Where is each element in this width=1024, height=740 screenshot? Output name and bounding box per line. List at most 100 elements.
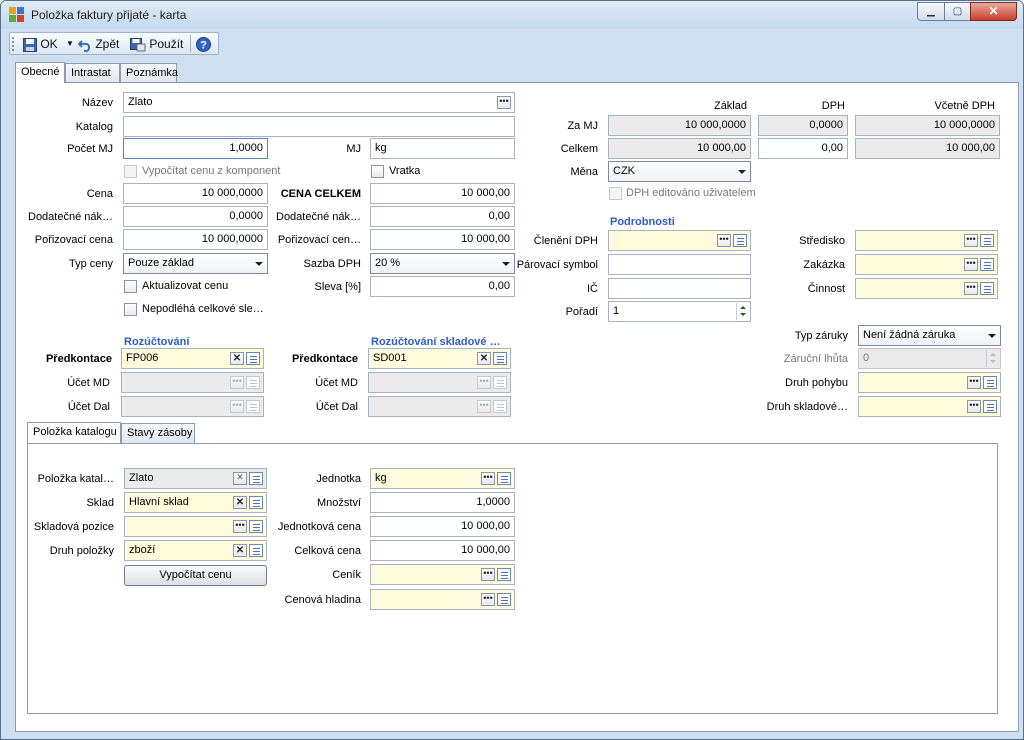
cinnost-list-icon[interactable] (980, 282, 994, 295)
druh-pohybu-input[interactable]: ••• (858, 372, 1001, 393)
poradi-input[interactable]: 1 (608, 301, 751, 322)
zakazka-browse-button[interactable]: ••• (964, 258, 978, 271)
dodatecne2-input[interactable]: 0,00 (370, 206, 515, 227)
nepodleha-checkbox[interactable] (124, 303, 137, 316)
tab-intrastat[interactable]: Intrastat (65, 63, 120, 83)
cena-input[interactable]: 10 000,0000 (123, 183, 268, 204)
druh-list-icon[interactable] (249, 544, 263, 557)
polozka-katalogu-input[interactable]: Zlato ✕ (124, 468, 267, 489)
pozice-list-icon[interactable] (249, 520, 263, 533)
apply-button[interactable]: Použít (130, 36, 183, 52)
celkem-zaklad[interactable]: 10 000,00 (608, 138, 751, 159)
help-button[interactable]: ? (196, 36, 211, 53)
jednotka-list-icon[interactable] (497, 472, 511, 485)
tab-poznamka[interactable]: Poznámka (120, 63, 178, 83)
jednotka-browse-button[interactable]: ••• (481, 472, 495, 485)
druh-skladove-browse-button[interactable]: ••• (967, 400, 981, 413)
ucet-md-list-icon[interactable] (246, 376, 260, 389)
predkontace-clear-button[interactable]: ✕ (230, 352, 244, 365)
dodatecne-input[interactable]: 0,0000 (123, 206, 268, 227)
ucet-dal2-list-icon[interactable] (493, 400, 507, 413)
jednotkova-cena-input[interactable]: 10 000,00 (370, 516, 515, 537)
zarucni-lhuta-input[interactable]: 0 (858, 348, 1001, 369)
druh-skladove-input[interactable]: ••• (858, 396, 1001, 417)
pocet-mj-input[interactable]: 1,0000 (123, 138, 268, 159)
ucet-dal-browse-button[interactable]: ••• (230, 400, 244, 413)
druh-pohybu-browse-button[interactable]: ••• (967, 376, 981, 389)
vratka-checkbox[interactable] (371, 165, 384, 178)
pozice-browse-button[interactable]: ••• (233, 520, 247, 533)
za-mj-zaklad[interactable]: 10 000,0000 (608, 115, 751, 136)
skladova-pozice-input[interactable]: ••• (124, 516, 267, 537)
sklad-clear-button[interactable]: ✕ (233, 496, 247, 509)
sklad-input[interactable]: Hlavní sklad ✕ (124, 492, 267, 513)
jednotka-input[interactable]: kg ••• (370, 468, 515, 489)
porizovaci2-input[interactable]: 10 000,00 (370, 229, 515, 250)
tab-stavy-zasoby[interactable]: Stavy zásoby (121, 423, 195, 443)
predkontace2-list-icon[interactable] (493, 352, 507, 365)
cenik-list-icon[interactable] (497, 568, 511, 581)
stredisko-list-icon[interactable] (980, 234, 994, 247)
ucet-md2-input[interactable]: ••• (368, 372, 511, 393)
ok-button[interactable]: OK (23, 36, 58, 52)
sazba-select[interactable]: 20 % (370, 253, 515, 274)
cenik-browse-button[interactable]: ••• (481, 568, 495, 581)
ucet-dal2-input[interactable]: ••• (368, 396, 511, 417)
cinnost-input[interactable]: ••• (855, 278, 998, 299)
predkontace2-input[interactable]: SD001 ✕ (368, 348, 511, 369)
sklad-list-icon[interactable] (249, 496, 263, 509)
zakazka-list-icon[interactable] (980, 258, 994, 271)
polozka-clear-button[interactable]: ✕ (233, 472, 247, 485)
cenova-hladina-input[interactable]: ••• (370, 589, 515, 610)
hladina-list-icon[interactable] (497, 593, 511, 606)
parovaci-input[interactable] (608, 254, 751, 275)
stredisko-browse-button[interactable]: ••• (964, 234, 978, 247)
back-button[interactable]: Zpět (78, 36, 119, 52)
maximize-button[interactable]: ▢ (944, 2, 971, 21)
ucet-md-browse-button[interactable]: ••• (230, 376, 244, 389)
hladina-browse-button[interactable]: ••• (481, 593, 495, 606)
celkova-cena-input[interactable]: 10 000,00 (370, 540, 515, 561)
katalog-input[interactable] (123, 116, 515, 137)
vypocitat-checkbox[interactable] (124, 165, 137, 178)
cleneni-list-icon[interactable] (733, 234, 747, 247)
predkontace2-clear-button[interactable]: ✕ (477, 352, 491, 365)
poradi-spinner[interactable] (736, 303, 749, 320)
dph-editovano-checkbox[interactable] (609, 187, 622, 200)
ucet-dal-list-icon[interactable] (246, 400, 260, 413)
ucet-md2-browse-button[interactable]: ••• (477, 376, 491, 389)
ic-input[interactable] (608, 278, 751, 299)
za-mj-dph[interactable]: 0,0000 (758, 115, 848, 136)
nazev-browse-button[interactable]: ••• (497, 96, 511, 109)
polozka-list-icon[interactable] (249, 472, 263, 485)
cleneni-input[interactable]: ••• (608, 230, 751, 251)
zarucni-lhuta-spinner[interactable] (986, 350, 999, 367)
close-button[interactable]: ✕ (970, 2, 1017, 21)
tab-polozka-katalogu[interactable]: Položka katalogu (27, 422, 121, 443)
porizovaci-input[interactable]: 10 000,0000 (123, 229, 268, 250)
za-mj-vcetne[interactable]: 10 000,0000 (855, 115, 1000, 136)
cenik-input[interactable]: ••• (370, 564, 515, 585)
ucet-md2-list-icon[interactable] (493, 376, 507, 389)
druh-skladove-list-icon[interactable] (983, 400, 997, 413)
cena-celkem-input[interactable]: 10 000,00 (370, 183, 515, 204)
druh-clear-button[interactable]: ✕ (233, 544, 247, 557)
predkontace-list-icon[interactable] (246, 352, 260, 365)
celkem-dph[interactable]: 0,00 (758, 138, 848, 159)
stredisko-input[interactable]: ••• (855, 230, 998, 251)
cinnost-browse-button[interactable]: ••• (964, 282, 978, 295)
druh-polozky-input[interactable]: zboží ✕ (124, 540, 267, 561)
ok-dropdown-arrow[interactable]: ▼ (66, 36, 74, 52)
mena-select[interactable]: CZK (608, 161, 751, 182)
typ-ceny-select[interactable]: Pouze základ (123, 253, 268, 274)
cleneni-browse-button[interactable]: ••• (717, 234, 731, 247)
tab-obecne[interactable]: Obecné (15, 62, 65, 83)
sleva-input[interactable]: 0,00 (370, 276, 515, 297)
ucet-dal2-browse-button[interactable]: ••• (477, 400, 491, 413)
vypocitat-cenu-button[interactable]: Vypočítat cenu (124, 565, 267, 586)
mj-input[interactable]: kg (370, 138, 515, 159)
mnozstvi-input[interactable]: 1,0000 (370, 492, 515, 513)
zakazka-input[interactable]: ••• (855, 254, 998, 275)
predkontace-input[interactable]: FP006 ✕ (121, 348, 264, 369)
ucet-md-input[interactable]: ••• (121, 372, 264, 393)
